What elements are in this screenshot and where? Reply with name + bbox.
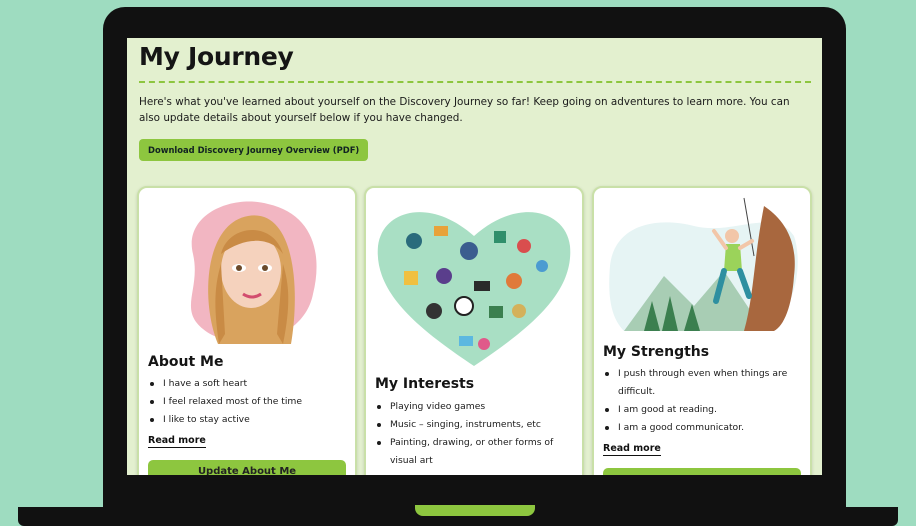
my-strengths-title: My Strengths [603,344,710,360]
update-strengths-button[interactable] [603,468,801,475]
intro-text: Here's what you've learned about yoursel… [139,96,790,124]
list-item: I push through even when things are diff… [603,365,804,401]
list-item: I am good at reading. [603,401,804,419]
laptop-screen: My Journey Here's what you've learned ab… [127,38,822,475]
my-strengths-card: My Strengths I push through even when th… [592,186,812,475]
about-me-title: About Me [148,354,224,370]
update-about-me-button[interactable]: Update About Me [148,460,346,475]
list-item: Playing video games [375,398,576,416]
about-me-card: About Me I have a soft heart I feel rela… [137,186,357,475]
climber-illustration-icon [609,197,798,331]
list-item: I am a good communicator. [603,419,804,437]
list-item: Painting, drawing, or other forms of vis… [375,434,576,470]
my-strengths-list: I push through even when things are diff… [603,365,804,437]
about-me-list: I have a soft heart I feel relaxed most … [148,375,349,429]
download-pdf-button[interactable]: Download Discovery Journey Overview (PDF… [139,139,369,161]
my-interests-title: My Interests [375,376,475,392]
my-interests-list: Playing video games Music – singing, ins… [375,398,576,470]
my-interests-card: My Interests Playing video games Music –… [364,186,584,475]
dashed-divider [139,81,811,83]
list-item: I feel relaxed most of the time [148,393,349,411]
about-me-read-more-link[interactable]: Read more [148,435,206,448]
list-item: Music – singing, instruments, etc [375,416,576,434]
list-item: I like to stay active [148,411,349,429]
avatar-illustration-icon [190,201,317,344]
page-title: My Journey [139,42,294,71]
laptop-notch [415,505,535,516]
my-strengths-read-more-link[interactable]: Read more [603,443,661,456]
list-item: I have a soft heart [148,375,349,393]
interests-heart-illustration-icon [377,212,571,366]
